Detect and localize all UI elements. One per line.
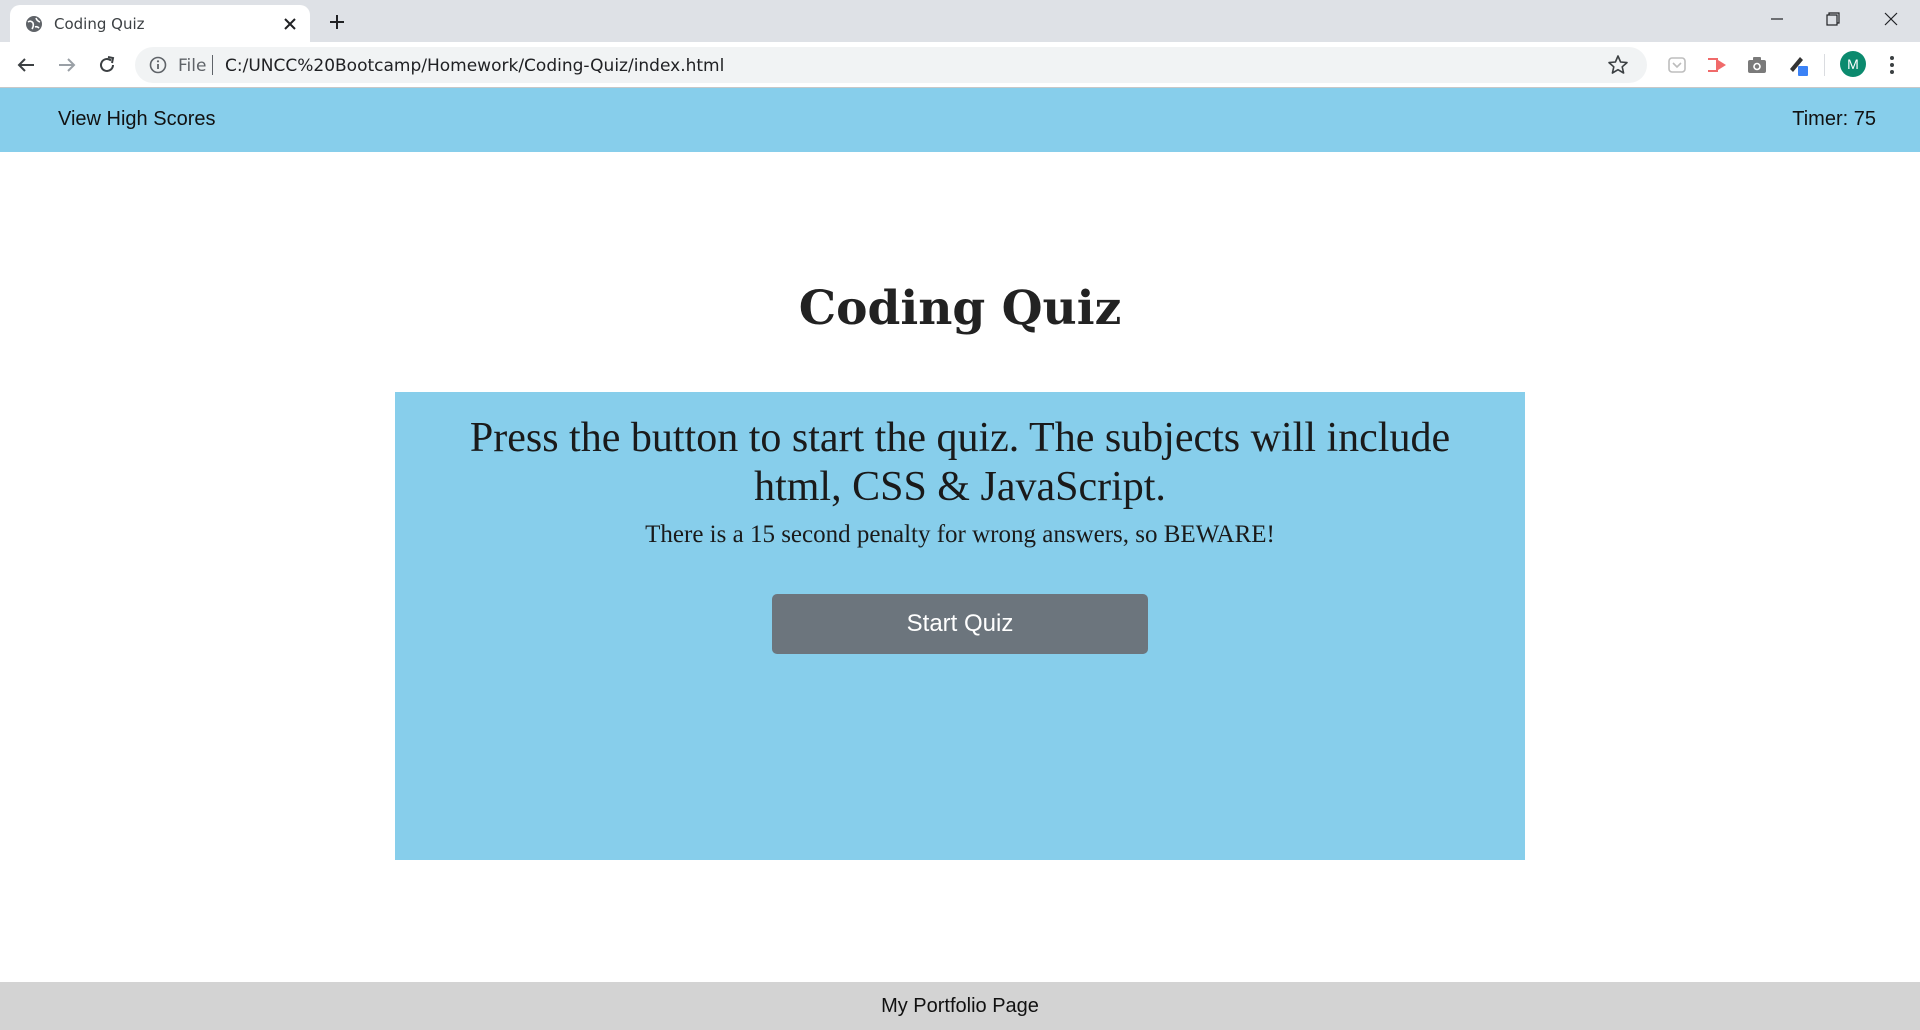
star-icon[interactable]: [1607, 54, 1629, 76]
address-bar[interactable]: File C:/UNCC%20Bootcamp/Homework/Coding-…: [135, 47, 1647, 83]
scheme-label: File: [178, 56, 207, 76]
start-quiz-button[interactable]: Start Quiz: [772, 594, 1148, 654]
forward-arrow-icon[interactable]: [51, 49, 83, 81]
tab-strip: Coding Quiz: [0, 0, 1920, 42]
pen-icon[interactable]: [1786, 53, 1810, 77]
back-arrow-icon[interactable]: [10, 49, 42, 81]
intro-heading: Press the button to start the quiz. The …: [469, 415, 1451, 510]
close-icon[interactable]: [280, 14, 300, 34]
page-content: View High Scores Timer: 75 Coding Quiz P…: [0, 88, 1920, 1030]
timer-display: Timer: 75: [1792, 108, 1876, 130]
reload-icon[interactable]: [91, 49, 123, 81]
camera-icon[interactable]: [1745, 53, 1769, 77]
plus-icon[interactable]: [322, 8, 352, 36]
minimize-icon[interactable]: [1748, 0, 1806, 38]
browser-tab[interactable]: Coding Quiz: [10, 5, 310, 42]
info-icon[interactable]: [149, 56, 167, 74]
more-vert-icon[interactable]: [1880, 53, 1904, 77]
browser-toolbar: File C:/UNCC%20Bootcamp/Homework/Coding-…: [0, 42, 1920, 88]
penalty-notice: There is a 15 second penalty for wrong a…: [645, 521, 1275, 548]
avatar[interactable]: M: [1840, 51, 1866, 77]
pocket-icon[interactable]: [1665, 53, 1689, 77]
globe-icon: [25, 15, 43, 33]
tab-title: Coding Quiz: [54, 15, 145, 33]
page-title: Coding Quiz: [798, 281, 1122, 336]
view-high-scores-link[interactable]: View High Scores: [58, 108, 215, 131]
window-close-icon[interactable]: [1862, 0, 1920, 38]
url-text[interactable]: C:/UNCC%20Bootcamp/Homework/Coding-Quiz/…: [225, 56, 724, 76]
top-navbar: View High Scores Timer: 75: [0, 88, 1920, 152]
toolbar-divider: [1824, 54, 1825, 76]
cast-icon[interactable]: [1705, 53, 1729, 77]
footer: My Portfolio Page: [0, 982, 1920, 1030]
portfolio-link[interactable]: My Portfolio Page: [881, 995, 1039, 1018]
omnibox-divider: [212, 55, 213, 75]
restore-icon[interactable]: [1804, 0, 1862, 38]
quiz-intro-card: Press the button to start the quiz. The …: [395, 392, 1525, 860]
